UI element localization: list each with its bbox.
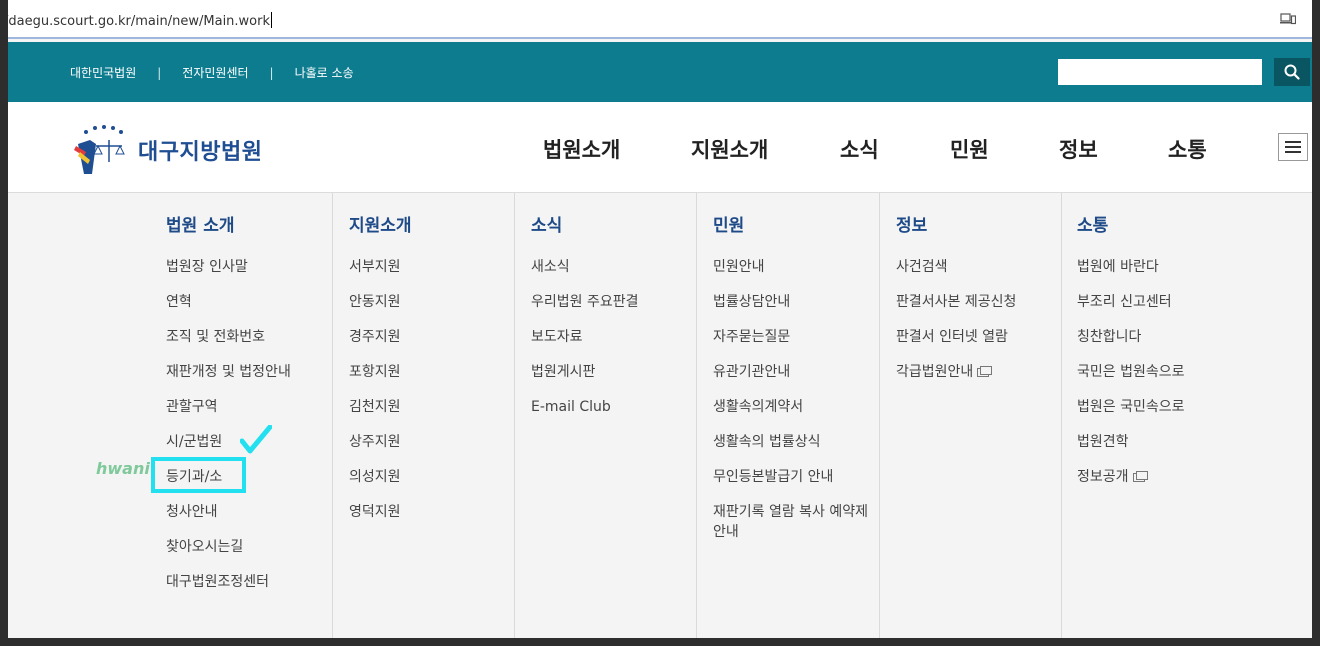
menu-column-communication: 소통 법원에 바란다 부조리 신고센터 칭찬합니다 국민은 법원속으로 법원은 … bbox=[1061, 193, 1312, 638]
menu-item[interactable]: 청사안내 bbox=[166, 502, 291, 537]
menu-item[interactable]: 서부지원 bbox=[349, 257, 401, 292]
column-title[interactable]: 민원 bbox=[713, 211, 744, 236]
menu-item[interactable]: 법률상담안내 bbox=[713, 292, 873, 327]
menu-item[interactable]: 연혁 bbox=[166, 292, 291, 327]
hamburger-line bbox=[1285, 151, 1301, 153]
column-title[interactable]: 소통 bbox=[1077, 211, 1108, 236]
menu-column-branch-intro: 지원소개 서부지원 안동지원 경주지원 포항지원 김천지원 상주지원 의성지원 … bbox=[332, 193, 515, 638]
nav-court-intro[interactable]: 법원소개 bbox=[543, 134, 620, 164]
menu-item-label: 각급법원안내 bbox=[896, 364, 974, 380]
highlight-box bbox=[151, 457, 246, 493]
menu-item[interactable]: 포항지원 bbox=[349, 362, 401, 397]
column-list: 법원장 인사말 연혁 조직 및 전화번호 재판개정 및 법정안내 관할구역 시/… bbox=[166, 257, 291, 607]
menu-column-civil: 민원 민원안내 법률상담안내 자주묻는질문 유관기관안내 생활속의계약서 생활속… bbox=[696, 193, 880, 638]
util-link-national-courts[interactable]: 대한민국법원 bbox=[70, 64, 136, 81]
menu-item[interactable]: 안동지원 bbox=[349, 292, 401, 327]
menu-item-label: 정보공개 bbox=[1077, 469, 1129, 485]
address-url[interactable]: /daegu.scourt.go.kr/main/new/Main.work bbox=[8, 14, 270, 29]
menu-item[interactable]: 법원견학 bbox=[1077, 432, 1185, 467]
menu-item[interactable]: 경주지원 bbox=[349, 327, 401, 362]
column-list: 새소식 우리법원 주요판결 보도자료 법원게시판 E-mail Club bbox=[531, 257, 639, 432]
menu-item[interactable]: 법원장 인사말 bbox=[166, 257, 291, 292]
menu-item[interactable]: 대구법원조정센터 bbox=[166, 572, 291, 607]
utility-links: 대한민국법원 | 전자민원센터 | 나홀로 소송 bbox=[70, 64, 354, 81]
menu-item[interactable]: 민원안내 bbox=[713, 257, 873, 292]
menu-column-news: 소식 새소식 우리법원 주요판결 보도자료 법원게시판 E-mail Club bbox=[514, 193, 697, 638]
address-bar-underline bbox=[8, 37, 1312, 39]
nav-civil[interactable]: 민원 bbox=[950, 134, 989, 164]
menu-item[interactable]: 유관기관안내 bbox=[713, 362, 873, 397]
menu-item[interactable]: 판결서사본 제공신청 bbox=[896, 292, 1016, 327]
nav-communication[interactable]: 소통 bbox=[1168, 134, 1207, 164]
address-url-wrapper[interactable]: /daegu.scourt.go.kr/main/new/Main.work bbox=[8, 12, 273, 29]
menu-item[interactable]: 영덕지원 bbox=[349, 502, 401, 537]
menu-item[interactable]: 상주지원 bbox=[349, 432, 401, 467]
menu-item[interactable]: 법원은 국민속으로 bbox=[1077, 397, 1185, 432]
util-link-self-litigation[interactable]: 나홀로 소송 bbox=[295, 64, 354, 81]
browser-viewport: /daegu.scourt.go.kr/main/new/Main.work 대… bbox=[8, 0, 1312, 638]
devices-icon[interactable] bbox=[1280, 13, 1296, 25]
new-window-icon bbox=[977, 366, 993, 377]
column-title[interactable]: 정보 bbox=[896, 211, 927, 236]
watermark-text: hwani bbox=[96, 459, 150, 478]
nav-news[interactable]: 소식 bbox=[840, 134, 879, 164]
text-caret bbox=[271, 12, 273, 28]
address-bar[interactable]: /daegu.scourt.go.kr/main/new/Main.work bbox=[8, 0, 1312, 39]
menu-item-with-icon[interactable]: 정보공개 bbox=[1077, 467, 1185, 502]
site-logo[interactable]: 대구지방법원 bbox=[70, 122, 262, 178]
menu-item[interactable]: 법원에 바란다 bbox=[1077, 257, 1185, 292]
menu-item[interactable]: E-mail Club bbox=[531, 397, 639, 432]
column-list: 서부지원 안동지원 경주지원 포항지원 김천지원 상주지원 의성지원 영덕지원 bbox=[349, 257, 401, 537]
menu-item[interactable]: 부조리 신고센터 bbox=[1077, 292, 1185, 327]
menu-item[interactable]: 무인등본발급기 안내 bbox=[713, 467, 873, 502]
util-separator: | bbox=[157, 65, 162, 80]
mega-menu: 법원 소개 법원장 인사말 연혁 조직 및 전화번호 재판개정 및 법정안내 관… bbox=[8, 193, 1312, 638]
menu-item[interactable]: 재판기록 열람 복사 예약제 안내 bbox=[713, 502, 873, 542]
column-title[interactable]: 법원 소개 bbox=[166, 211, 234, 236]
column-list: 사건검색 판결서사본 제공신청 판결서 인터넷 열람 각급법원안내 bbox=[896, 257, 1016, 397]
column-list: 법원에 바란다 부조리 신고센터 칭찬합니다 국민은 법원속으로 법원은 국민속… bbox=[1077, 257, 1185, 502]
hamburger-line bbox=[1285, 146, 1301, 148]
menu-item[interactable]: 관할구역 bbox=[166, 397, 291, 432]
hamburger-icon bbox=[1285, 141, 1301, 143]
court-emblem-icon bbox=[74, 125, 125, 174]
menu-item[interactable]: 국민은 법원속으로 bbox=[1077, 362, 1185, 397]
menu-item[interactable]: 칭찬합니다 bbox=[1077, 327, 1185, 362]
menu-item[interactable]: 찾아오시는길 bbox=[166, 537, 291, 572]
menu-item[interactable]: 판결서 인터넷 열람 bbox=[896, 327, 1016, 362]
menu-item-with-icon[interactable]: 각급법원안내 bbox=[896, 362, 1016, 397]
menu-button[interactable] bbox=[1278, 133, 1308, 161]
utility-bar: 대한민국법원 | 전자민원센터 | 나홀로 소송 bbox=[8, 42, 1312, 102]
search-input[interactable] bbox=[1058, 59, 1262, 85]
menu-item[interactable]: 자주묻는질문 bbox=[713, 327, 873, 362]
menu-item[interactable]: 법원게시판 bbox=[531, 362, 639, 397]
menu-item[interactable]: 생활속의계약서 bbox=[713, 397, 873, 432]
nav-info[interactable]: 정보 bbox=[1059, 134, 1098, 164]
menu-item[interactable]: 김천지원 bbox=[349, 397, 401, 432]
menu-column-court-intro: 법원 소개 법원장 인사말 연혁 조직 및 전화번호 재판개정 및 법정안내 관… bbox=[166, 193, 332, 638]
search-button[interactable] bbox=[1274, 58, 1310, 86]
new-window-icon bbox=[1132, 471, 1148, 482]
column-title[interactable]: 소식 bbox=[531, 211, 562, 236]
site-header: 대구지방법원 법원소개 지원소개 소식 민원 정보 소통 bbox=[8, 102, 1312, 193]
nav-branch-intro[interactable]: 지원소개 bbox=[691, 134, 768, 164]
checkmark-icon bbox=[240, 425, 272, 454]
menu-item[interactable]: 생활속의 법률상식 bbox=[713, 432, 873, 467]
menu-item[interactable]: 우리법원 주요판결 bbox=[531, 292, 639, 327]
util-separator: | bbox=[269, 65, 274, 80]
logo-text: 대구지방법원 bbox=[138, 140, 263, 165]
menu-item[interactable]: 보도자료 bbox=[531, 327, 639, 362]
util-link-e-civil-center[interactable]: 전자민원센터 bbox=[182, 64, 248, 81]
column-title[interactable]: 지원소개 bbox=[349, 211, 412, 236]
menu-item[interactable]: 조직 및 전화번호 bbox=[166, 327, 291, 362]
menu-item[interactable]: 의성지원 bbox=[349, 467, 401, 502]
menu-item[interactable]: 재판개정 및 법정안내 bbox=[166, 362, 291, 397]
column-list: 민원안내 법률상담안내 자주묻는질문 유관기관안내 생활속의계약서 생활속의 법… bbox=[713, 257, 873, 542]
menu-item[interactable]: 사건검색 bbox=[896, 257, 1016, 292]
menu-column-info: 정보 사건검색 판결서사본 제공신청 판결서 인터넷 열람 각급법원안내 bbox=[879, 193, 1062, 638]
search-icon bbox=[1284, 64, 1300, 80]
menu-item[interactable]: 새소식 bbox=[531, 257, 639, 292]
